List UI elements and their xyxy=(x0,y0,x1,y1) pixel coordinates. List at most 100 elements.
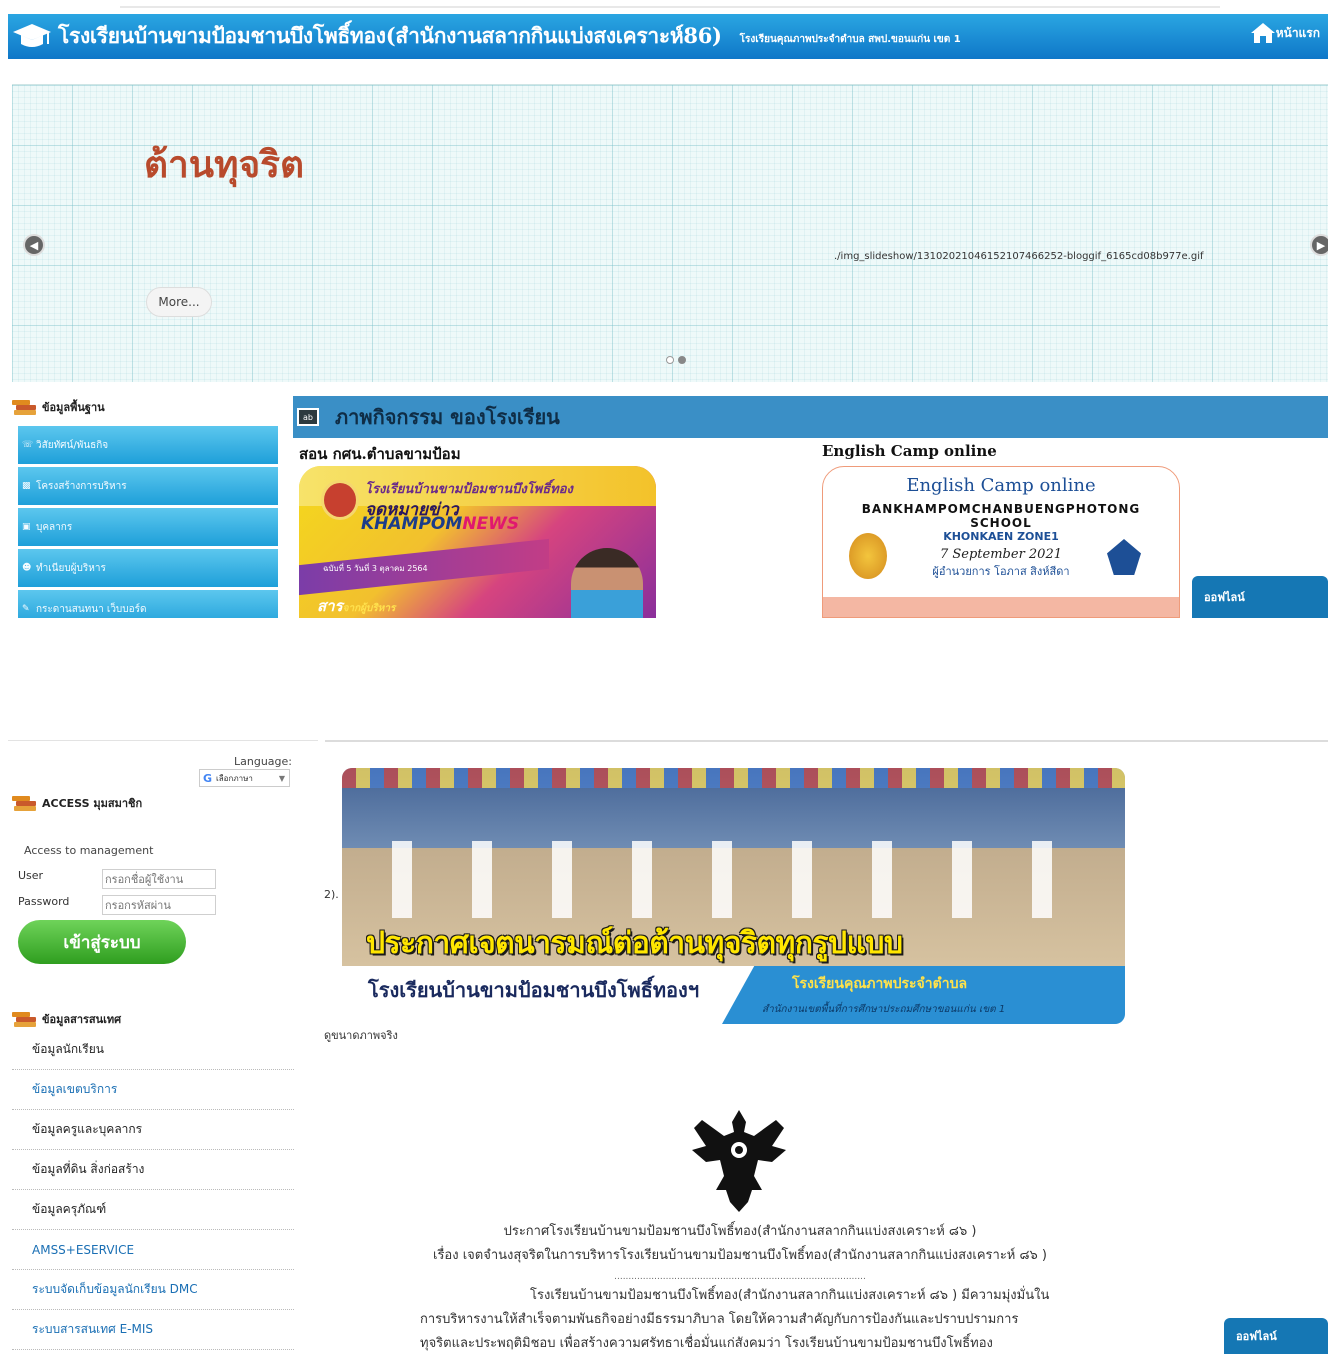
google-g-icon: G xyxy=(203,771,213,785)
info-item-amss[interactable]: AMSS+ESERVICE xyxy=(12,1230,294,1270)
banner-school: โรงเรียนบ้านขามป้อมชานบึงโพธิ์ทองฯ xyxy=(368,978,700,1002)
menu-item-vision[interactable]: ☏ วิสัยทัศน์/พันธกิจ xyxy=(18,426,278,464)
announce-divider: ........................................… xyxy=(614,1272,866,1282)
news-img-issue: ฉบับที่ 5 วันที่ 3 ตุลาคม 2564 xyxy=(323,564,428,573)
activities-title: ภาพกิจกรรม ของโรงเรียน xyxy=(335,405,560,429)
news-img-news: NEWS xyxy=(462,514,520,534)
access-heading-label: ACCESS มุมสมาชิก xyxy=(42,797,143,810)
menu-item-structure[interactable]: ▩ โครงสร้างการบริหาร xyxy=(18,467,278,505)
info-item-service-area[interactable]: ข้อมูลเขตบริการ xyxy=(12,1070,294,1110)
info-item-students[interactable]: ข้อมูลนักเรียน xyxy=(12,1030,294,1070)
slide-dot-active[interactable] xyxy=(678,356,686,364)
slide-prev-arrow-icon[interactable]: ◀ xyxy=(23,234,45,256)
slide-caption: ./img_slideshow/131020210461521074662​52… xyxy=(834,251,1204,262)
signal-bars-icon: ▩ xyxy=(22,481,31,491)
announce-paragraph-line: โรงเรียนบ้านขามป้อมชานบึงโพธิ์ทอง(สำนักง… xyxy=(530,1288,1050,1303)
password-label: Password xyxy=(18,895,70,908)
director-photo xyxy=(571,548,643,618)
banner-headline: ประกาศเจตนารมณ์ต่อต้านทุจริตทุกรูปแบบ xyxy=(366,926,903,961)
announce-subject: เรื่อง เจตจำนงสุจริตในการบริหารโรงเรียนบ… xyxy=(433,1248,1047,1263)
books-icon xyxy=(12,398,40,416)
top-divider xyxy=(120,6,1220,8)
books-icon xyxy=(12,794,40,812)
news-img-khampom: KHAMPOM xyxy=(361,514,463,534)
announce-title: ประกาศโรงเรียนบ้านขามป้อมชานบึงโพธิ์ทอง(… xyxy=(503,1224,977,1239)
access-heading: ACCESS มุมสมาชิก xyxy=(12,794,142,812)
home-label: หน้าแรก xyxy=(1275,25,1320,40)
activity-news-image[interactable]: โรงเรียนบ้านขามป้อมชานบึงโพธิ์ทอง จดหมาย… xyxy=(299,466,656,618)
menu-item-personnel[interactable]: ▣ บุคลากร xyxy=(18,508,278,546)
phone-icon: ☏ xyxy=(22,440,34,450)
menu-item-webboard[interactable]: ✎ กระดานสนทนา เว็บบอร์ด xyxy=(18,590,278,618)
emblem-icon xyxy=(321,480,359,520)
activity-card-title[interactable]: English Camp online xyxy=(822,442,997,460)
announce-paragraph-line: การบริหารงานให้สำเร็จตามพันธกิจอย่างมีธร… xyxy=(420,1312,1019,1327)
banner-office: สำนักงานเขตพื้นที่การศึกษาประถมศึกษาขอนแ… xyxy=(762,1004,1006,1015)
password-input[interactable] xyxy=(102,895,216,915)
more-button[interactable]: More... xyxy=(146,287,212,317)
offline-chat-tab[interactable]: ออฟไลน์ xyxy=(1224,1318,1328,1354)
menu-item-executives[interactable]: ☻ ทำเนียบผู้บริหาร xyxy=(18,549,278,587)
user-label: User xyxy=(18,869,44,882)
view-fullsize-link[interactable]: ดูขนาดภาพจริง xyxy=(324,1026,398,1044)
slide-next-arrow-icon[interactable]: ▶ xyxy=(1310,234,1328,256)
info-heading-label: ข้อมูลสารสนเทศ xyxy=(42,1013,122,1026)
graduation-cap-icon xyxy=(10,21,54,53)
menu-item-label: ทำเนียบผู้บริหาร xyxy=(36,562,106,574)
news-img-letter: สาร xyxy=(317,597,343,615)
site-title: โรงเรียนบ้านขามป้อมชานบึงโพธิ์ทอง(สำนักง… xyxy=(58,23,722,48)
slide-dot[interactable] xyxy=(666,356,674,364)
slide-dots xyxy=(666,356,686,364)
activity-camp-image[interactable]: English Camp online BANKHAMPOMCHANBUENGP… xyxy=(822,466,1180,618)
access-management-label: Access to management xyxy=(24,844,154,857)
chat-icon: ✎ xyxy=(22,604,30,614)
monitor-icon: ▣ xyxy=(22,522,31,532)
camp-img-school-2: SCHOOL xyxy=(970,516,1032,530)
camp-img-school: BANKHAMPOMCHANBUENGPHOTONG xyxy=(861,502,1141,516)
article-number: 2). xyxy=(324,888,339,901)
menu-item-label: กระดานสนทนา เว็บบอร์ด xyxy=(36,603,147,615)
user-row: User xyxy=(18,869,216,889)
menu-item-label: โครงสร้างการบริหาร xyxy=(36,480,127,492)
login-button[interactable]: เข้าสู่ระบบ xyxy=(18,920,186,964)
language-selected: เลือกภาษา xyxy=(216,773,253,783)
chalkboard-icon: ab xyxy=(297,408,319,426)
news-img-from-admin: จากผู้บริหาร xyxy=(342,603,396,614)
info-list: ข้อมูลนักเรียน ข้อมูลเขตบริการ ข้อมูลครู… xyxy=(12,1030,294,1350)
language-select[interactable]: G เลือกภาษา ▼ xyxy=(199,769,290,787)
language-label: Language: xyxy=(234,755,292,768)
info-item-emis[interactable]: ระบบสารสนเทศ E-MIS xyxy=(12,1310,294,1350)
banner-quality: โรงเรียนคุณภาพประจำตำบล xyxy=(792,976,968,992)
slideshow: ต้านทุจริต ./img_slideshow/1310202104615… xyxy=(12,84,1328,382)
lower-divider xyxy=(8,740,318,741)
menu-item-label: วิสัยทัศน์/พันธกิจ xyxy=(36,439,109,451)
people-icon: ☻ xyxy=(22,563,32,573)
info-heading: ข้อมูลสารสนเทศ xyxy=(12,1010,121,1028)
username-input[interactable] xyxy=(102,869,216,889)
site-subtitle: โรงเรียนคุณภาพประจำตำบล สพป.ขอนแก่น เขต … xyxy=(739,34,961,45)
announcement-text: ประกาศโรงเรียนบ้านขามป้อมชานบึงโพธิ์ทอง(… xyxy=(420,1220,1060,1354)
garuda-emblem-icon xyxy=(688,1106,790,1216)
camp-img-title: English Camp online xyxy=(906,475,1096,496)
info-item-teachers[interactable]: ข้อมูลครูและบุคลากร xyxy=(12,1110,294,1150)
school-emblem-icon xyxy=(849,533,887,579)
offline-chat-tab[interactable]: ออฟไลน์ xyxy=(1192,576,1328,618)
home-link[interactable]: หน้าแรก xyxy=(1250,22,1320,44)
info-item-land[interactable]: ข้อมูลที่ดิน สิ่งก่อสร้าง xyxy=(12,1150,294,1190)
info-item-dmc[interactable]: ระบบจัดเก็บข้อมูลนักเรียน DMC xyxy=(12,1270,294,1310)
anti-corruption-banner[interactable]: ประกาศเจตนารมณ์ต่อต้านทุจริตทุกรูปแบบ โร… xyxy=(342,768,1125,1024)
basic-info-menu: ☏ วิสัยทัศน์/พันธกิจ ▩ โครงสร้างการบริหาร … xyxy=(18,426,278,618)
dropdown-arrow-icon: ▼ xyxy=(278,773,285,783)
menu-item-label: บุคลากร xyxy=(36,521,73,533)
announce-paragraph-line: ทุจริตและประพฤติมิชอบ เพื่อสร้างความศรัท… xyxy=(420,1336,993,1351)
password-row: Password xyxy=(18,895,216,915)
activities-header: ab ภาพกิจกรรม ของโรงเรียน xyxy=(293,396,1328,438)
basic-info-heading: ข้อมูลพื้นฐาน xyxy=(12,398,105,416)
info-item-equipment[interactable]: ข้อมูลครุภัณฑ์ xyxy=(12,1190,294,1230)
activity-card-title[interactable]: สอน กศน.ตำบลขามป้อม xyxy=(299,442,461,466)
lower-divider-main xyxy=(325,740,1328,742)
slide-heading: ต้านทุจริต xyxy=(144,143,305,186)
home-icon xyxy=(1250,23,1275,43)
basic-info-heading-label: ข้อมูลพื้นฐาน xyxy=(42,401,105,414)
site-header: โรงเรียนบ้านขามป้อมชานบึงโพธิ์ทอง(สำนักง… xyxy=(8,14,1328,59)
